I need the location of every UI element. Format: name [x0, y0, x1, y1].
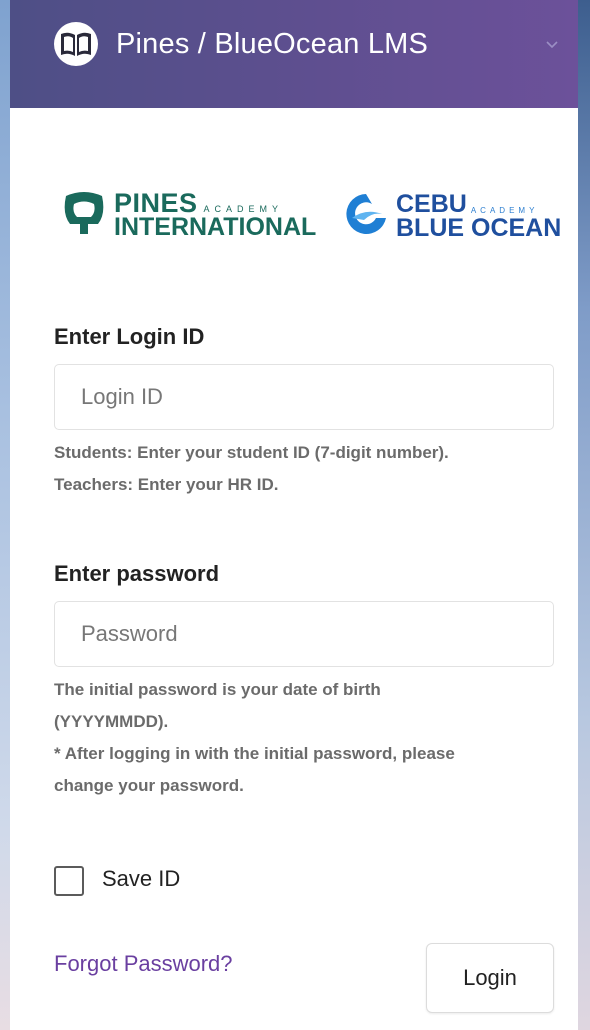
background-right-edge — [578, 0, 590, 1030]
cebu-subtitle: BLUE OCEAN — [396, 214, 562, 242]
password-help: The initial password is your date of bir… — [54, 674, 554, 802]
background-left-edge — [0, 0, 10, 1030]
password-help-line-4: change your password. — [54, 776, 244, 795]
chevron-down-icon[interactable] — [544, 36, 560, 52]
password-help-line-1: The initial password is your date of bir… — [54, 680, 381, 699]
password-help-line-2: (YYYYMMDD). — [54, 712, 169, 731]
login-button[interactable]: Login — [426, 943, 554, 1013]
login-id-input[interactable] — [54, 364, 554, 430]
password-input[interactable] — [54, 601, 554, 667]
open-book-icon — [54, 22, 98, 66]
password-label: Enter password — [54, 561, 220, 586]
brand-logos: PINES ACADEMY INTERNATIONAL CEBU ACADEMY B… — [10, 190, 578, 250]
login-id-help-students: Students: Enter your student ID (7-digit… — [54, 443, 449, 462]
password-help-line-3: * After logging in with the initial pass… — [54, 744, 455, 763]
login-id-help: Students: Enter your student ID (7-digit… — [54, 437, 554, 501]
login-id-help-teachers: Teachers: Enter your HR ID. — [54, 475, 279, 494]
login-id-label: Enter Login ID — [54, 324, 205, 349]
save-id-label[interactable]: Save ID — [102, 866, 180, 892]
pines-logo: PINES ACADEMY INTERNATIONAL — [60, 190, 316, 240]
cebu-blue-ocean-logo: CEBU ACADEMY BLUE OCEAN — [342, 192, 561, 241]
pines-subtitle: INTERNATIONAL — [114, 213, 317, 241]
save-id-checkbox[interactable] — [54, 866, 84, 896]
app-title: Pines / BlueOcean LMS — [116, 28, 429, 60]
app-header: Pines / BlueOcean LMS — [10, 0, 578, 108]
forgot-password-link[interactable]: Forgot Password? — [54, 951, 233, 977]
pines-tree-icon — [64, 192, 104, 234]
login-panel: Pines / BlueOcean LMS PINES ACADEMY INTER… — [10, 0, 578, 1030]
blue-ocean-wave-icon — [346, 194, 386, 234]
